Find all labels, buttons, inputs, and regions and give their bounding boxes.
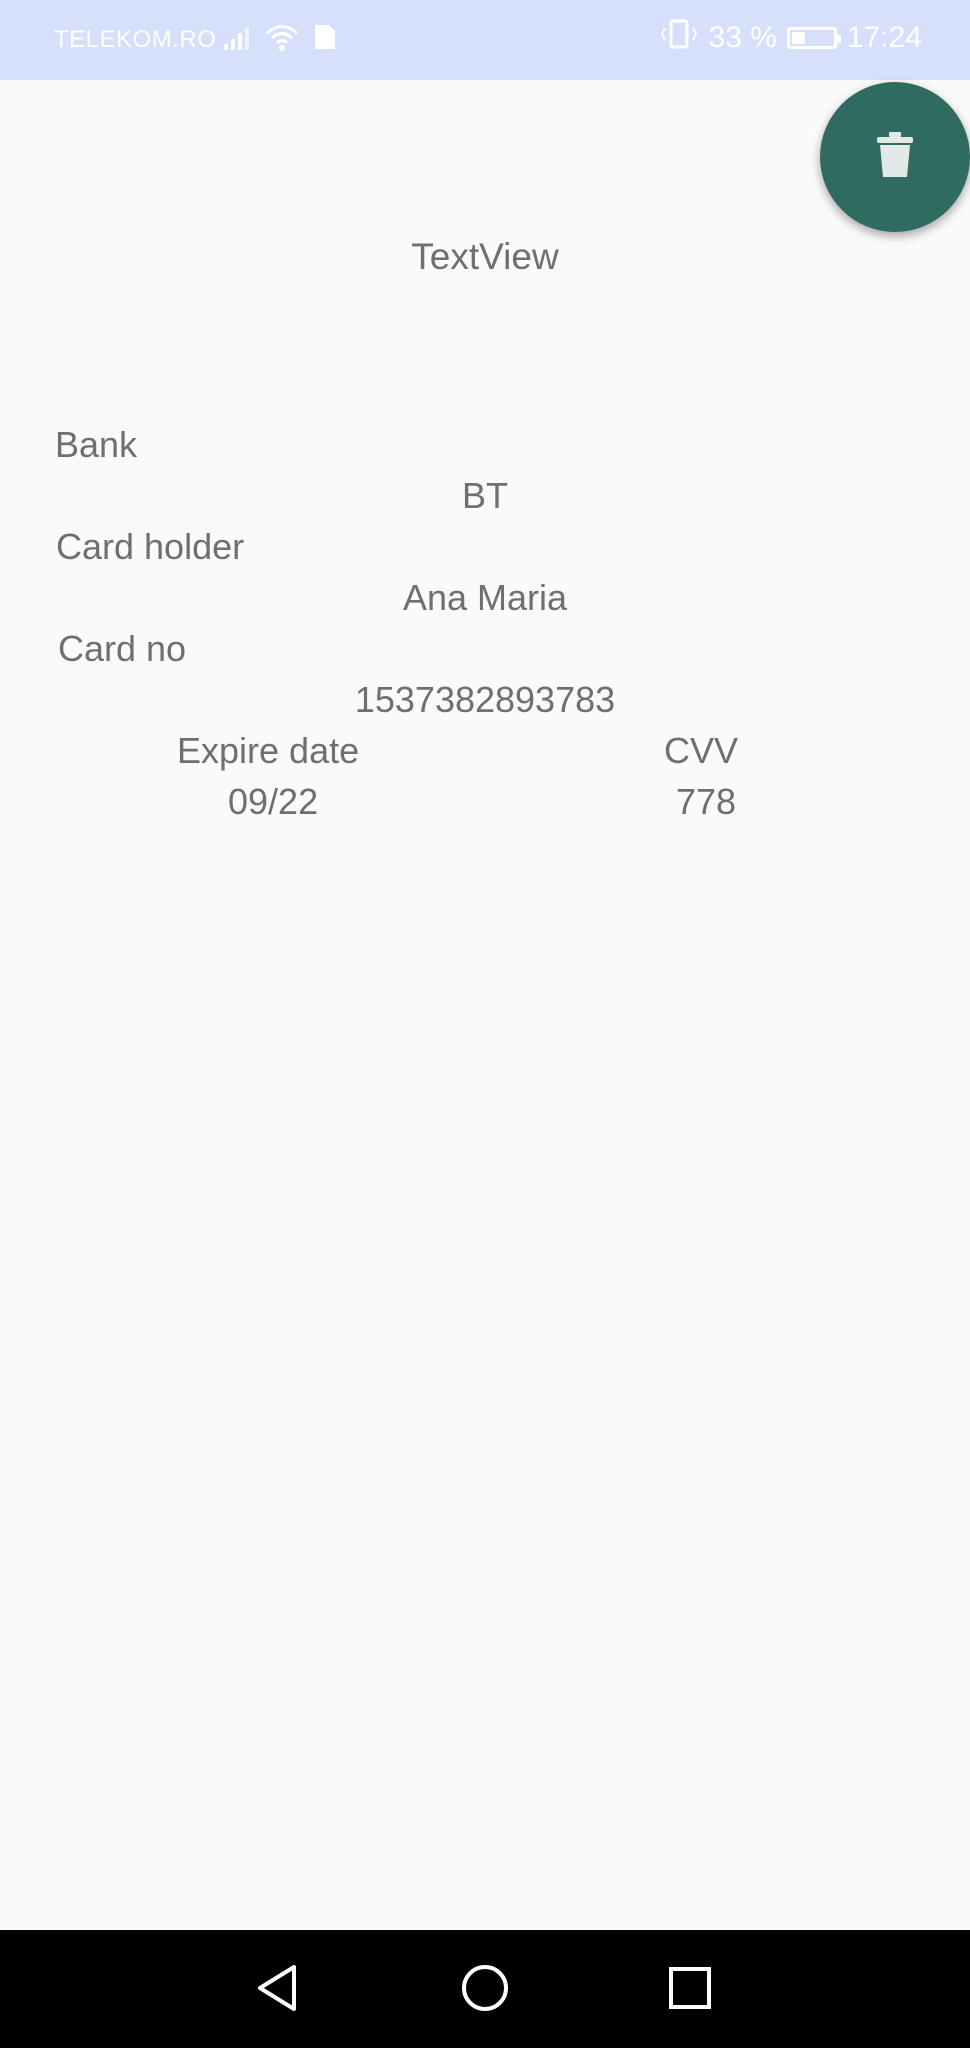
carrier-name: TELEKOM.RO — [54, 26, 217, 53]
bank-label: Bank — [55, 424, 138, 465]
card-number-label: Card no — [58, 628, 187, 669]
home-button[interactable] — [455, 1960, 515, 2020]
delete-card-button[interactable] — [820, 82, 970, 232]
cvv-value: 778 — [676, 781, 737, 822]
expire-date-label: Expire date — [177, 730, 360, 771]
trash-icon — [875, 131, 915, 184]
recent-apps-icon — [667, 1965, 713, 2016]
cvv-label: CVV — [664, 730, 739, 771]
navigation-bar — [0, 1930, 970, 2048]
signal-icon — [222, 22, 252, 59]
sim-card-icon — [312, 22, 338, 59]
back-icon — [254, 1963, 302, 2018]
status-time: 17:24 — [846, 21, 922, 54]
page-title: TextView — [411, 236, 559, 277]
status-bar: TELEKOM.RO 33 % 17:24 — [0, 0, 970, 80]
status-right-group: 33 % 17:24 — [659, 18, 922, 58]
battery-icon — [786, 27, 841, 49]
battery-level-fill — [791, 32, 806, 44]
vibrate-icon — [659, 18, 699, 58]
battery-percent: 33 % — [708, 21, 777, 54]
recent-apps-button[interactable] — [660, 1960, 720, 2020]
wifi-icon — [264, 22, 300, 59]
card-number-value: 1537382893783 — [354, 679, 616, 720]
back-button[interactable] — [248, 1960, 308, 2020]
home-icon — [460, 1963, 510, 2018]
card-holder-label: Card holder — [56, 526, 245, 567]
expire-date-value: 09/22 — [228, 781, 319, 822]
status-left-icons — [222, 22, 338, 59]
bank-value: BT — [461, 475, 508, 516]
card-holder-value: Ana Maria — [402, 577, 568, 618]
